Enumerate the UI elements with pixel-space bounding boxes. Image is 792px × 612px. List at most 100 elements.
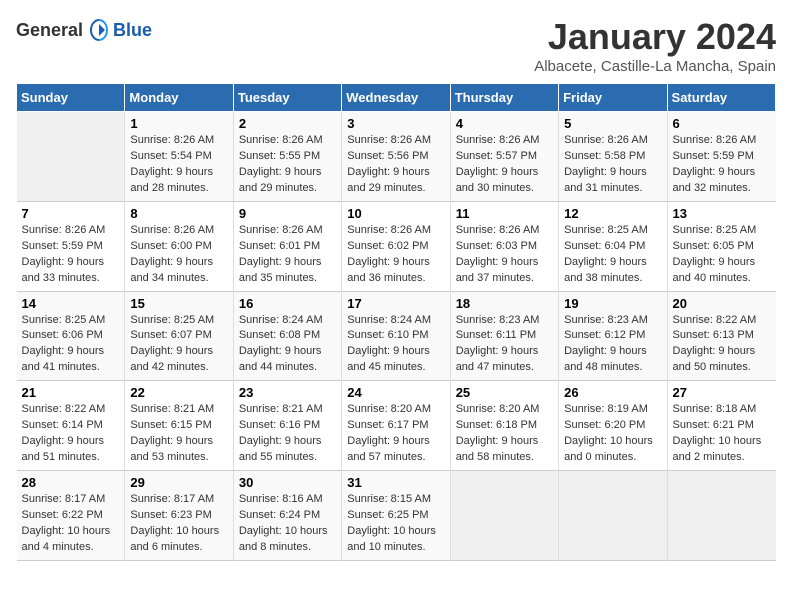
calendar-cell: 7Sunrise: 8:26 AMSunset: 5:59 PMDaylight… (17, 201, 125, 291)
day-number: 18 (456, 296, 553, 311)
calendar-cell: 14 Sunrise: 8:25 AMSunset: 6:06 PMDayligh… (17, 291, 125, 381)
weekday-header-saturday: Saturday (667, 84, 775, 112)
calendar-cell: 12 Sunrise: 8:25 AMSunset: 6:04 PMDayligh… (559, 201, 667, 291)
day-number: 20 (673, 296, 771, 311)
calendar-cell: 26 Sunrise: 8:19 AMSunset: 6:20 PMDayligh… (559, 381, 667, 471)
calendar-cell: 29 Sunrise: 8:17 AMSunset: 6:23 PMDayligh… (125, 471, 233, 561)
day-info: Sunrise: 8:26 AMSunset: 5:56 PMDaylight:… (347, 133, 444, 197)
day-info: Sunrise: 8:15 AMSunset: 6:25 PMDaylight:… (347, 492, 444, 556)
day-number: 21 (22, 385, 120, 400)
day-number: 28 (22, 475, 120, 490)
day-number: 3 (347, 116, 444, 131)
day-info: Sunrise: 8:19 AMSunset: 6:20 PMDaylight:… (564, 402, 661, 466)
day-info: Sunrise: 8:18 AMSunset: 6:21 PMDaylight:… (673, 402, 771, 466)
calendar-cell: 22 Sunrise: 8:21 AMSunset: 6:15 PMDayligh… (125, 381, 233, 471)
day-info: Sunrise: 8:20 AMSunset: 6:17 PMDaylight:… (347, 402, 444, 466)
day-info: Sunrise: 8:22 AMSunset: 6:13 PMDaylight:… (673, 313, 771, 377)
day-info: Sunrise: 8:22 AMSunset: 6:14 PMDaylight:… (22, 402, 120, 466)
weekday-header-friday: Friday (559, 84, 667, 112)
day-number: 31 (347, 475, 444, 490)
day-number: 14 (22, 296, 120, 311)
day-info: Sunrise: 8:21 AMSunset: 6:16 PMDaylight:… (239, 402, 336, 466)
calendar-cell: 18 Sunrise: 8:23 AMSunset: 6:11 PMDayligh… (450, 291, 558, 381)
day-info: Sunrise: 8:25 AMSunset: 6:05 PMDaylight:… (673, 223, 771, 287)
calendar-cell: 2 Sunrise: 8:26 AMSunset: 5:55 PMDaylight… (233, 112, 341, 202)
day-number: 10 (347, 206, 444, 221)
day-number: 19 (564, 296, 661, 311)
day-info: Sunrise: 8:25 AMSunset: 6:04 PMDaylight:… (564, 223, 661, 287)
calendar-cell: 16Sunrise: 8:24 AMSunset: 6:08 PMDayligh… (233, 291, 341, 381)
day-number: 26 (564, 385, 661, 400)
calendar-cell: 19 Sunrise: 8:23 AMSunset: 6:12 PMDayligh… (559, 291, 667, 381)
calendar-table: SundayMondayTuesdayWednesdayThursdayFrid… (16, 83, 776, 561)
calendar-subtitle: Albacete, Castille-La Mancha, Spain (534, 58, 776, 75)
calendar-cell: 27 Sunrise: 8:18 AMSunset: 6:21 PMDayligh… (667, 381, 775, 471)
calendar-cell (667, 471, 775, 561)
day-info: Sunrise: 8:26 AMSunset: 6:02 PMDaylight:… (347, 223, 444, 287)
calendar-cell: 23 Sunrise: 8:21 AMSunset: 6:16 PMDayligh… (233, 381, 341, 471)
day-number: 4 (456, 116, 553, 131)
day-number: 12 (564, 206, 661, 221)
day-number: 5 (564, 116, 661, 131)
day-info: Sunrise: 8:25 AMSunset: 6:07 PMDaylight:… (130, 313, 227, 377)
calendar-cell (559, 471, 667, 561)
day-number: 13 (673, 206, 771, 221)
day-number: 25 (456, 385, 553, 400)
logo-general-text: General (16, 20, 83, 41)
calendar-cell: 17Sunrise: 8:24 AMSunset: 6:10 PMDayligh… (342, 291, 450, 381)
weekday-header-wednesday: Wednesday (342, 84, 450, 112)
day-info: Sunrise: 8:17 AMSunset: 6:23 PMDaylight:… (130, 492, 227, 556)
weekday-header-row: SundayMondayTuesdayWednesdayThursdayFrid… (17, 84, 776, 112)
day-info: Sunrise: 8:23 AMSunset: 6:12 PMDaylight:… (564, 313, 661, 377)
day-info: Sunrise: 8:24 AMSunset: 6:08 PMDaylight:… (239, 313, 336, 377)
calendar-cell: 4Sunrise: 8:26 AMSunset: 5:57 PMDaylight… (450, 112, 558, 202)
weekday-header-monday: Monday (125, 84, 233, 112)
calendar-title: January 2024 (534, 16, 776, 58)
day-info: Sunrise: 8:21 AMSunset: 6:15 PMDaylight:… (130, 402, 227, 466)
day-info: Sunrise: 8:26 AMSunset: 5:54 PMDaylight:… (130, 133, 227, 197)
day-number: 17 (347, 296, 444, 311)
day-number: 15 (130, 296, 227, 311)
day-number: 29 (130, 475, 227, 490)
day-number: 9 (239, 206, 336, 221)
calendar-cell: 31 Sunrise: 8:15 AMSunset: 6:25 PMDayligh… (342, 471, 450, 561)
calendar-week-row: 21 Sunrise: 8:22 AMSunset: 6:14 PMDayligh… (17, 381, 776, 471)
day-info: Sunrise: 8:26 AMSunset: 6:01 PMDaylight:… (239, 223, 336, 287)
title-section: January 2024 Albacete, Castille-La Manch… (534, 16, 776, 75)
calendar-week-row: 1Sunrise: 8:26 AMSunset: 5:54 PMDaylight… (17, 112, 776, 202)
day-info: Sunrise: 8:26 AMSunset: 5:59 PMDaylight:… (22, 223, 120, 287)
day-number: 2 (239, 116, 336, 131)
calendar-cell: 25Sunrise: 8:20 AMSunset: 6:18 PMDayligh… (450, 381, 558, 471)
day-number: 22 (130, 385, 227, 400)
day-number: 30 (239, 475, 336, 490)
day-info: Sunrise: 8:26 AMSunset: 6:03 PMDaylight:… (456, 223, 553, 287)
calendar-cell: 15 Sunrise: 8:25 AMSunset: 6:07 PMDayligh… (125, 291, 233, 381)
calendar-cell (17, 112, 125, 202)
calendar-cell: 6Sunrise: 8:26 AMSunset: 5:59 PMDaylight… (667, 112, 775, 202)
day-number: 27 (673, 385, 771, 400)
day-info: Sunrise: 8:26 AMSunset: 6:00 PMDaylight:… (130, 223, 227, 287)
day-info: Sunrise: 8:23 AMSunset: 6:11 PMDaylight:… (456, 313, 553, 377)
day-info: Sunrise: 8:25 AMSunset: 6:06 PMDaylight:… (22, 313, 120, 377)
calendar-cell: 21 Sunrise: 8:22 AMSunset: 6:14 PMDayligh… (17, 381, 125, 471)
calendar-cell: 1Sunrise: 8:26 AMSunset: 5:54 PMDaylight… (125, 112, 233, 202)
calendar-week-row: 14 Sunrise: 8:25 AMSunset: 6:06 PMDayligh… (17, 291, 776, 381)
day-number: 6 (673, 116, 771, 131)
day-number: 23 (239, 385, 336, 400)
weekday-header-thursday: Thursday (450, 84, 558, 112)
day-info: Sunrise: 8:17 AMSunset: 6:22 PMDaylight:… (22, 492, 120, 556)
calendar-week-row: 28 Sunrise: 8:17 AMSunset: 6:22 PMDayligh… (17, 471, 776, 561)
day-number: 11 (456, 206, 553, 221)
calendar-cell: 10 Sunrise: 8:26 AMSunset: 6:02 PMDayligh… (342, 201, 450, 291)
calendar-week-row: 7Sunrise: 8:26 AMSunset: 5:59 PMDaylight… (17, 201, 776, 291)
calendar-cell: 5Sunrise: 8:26 AMSunset: 5:58 PMDaylight… (559, 112, 667, 202)
calendar-cell: 24 Sunrise: 8:20 AMSunset: 6:17 PMDayligh… (342, 381, 450, 471)
calendar-cell: 28 Sunrise: 8:17 AMSunset: 6:22 PMDayligh… (17, 471, 125, 561)
day-number: 24 (347, 385, 444, 400)
calendar-cell: 9 Sunrise: 8:26 AMSunset: 6:01 PMDaylight… (233, 201, 341, 291)
calendar-cell (450, 471, 558, 561)
weekday-header-sunday: Sunday (17, 84, 125, 112)
logo-blue-text: Blue (113, 20, 152, 41)
day-info: Sunrise: 8:26 AMSunset: 5:55 PMDaylight:… (239, 133, 336, 197)
weekday-header-tuesday: Tuesday (233, 84, 341, 112)
